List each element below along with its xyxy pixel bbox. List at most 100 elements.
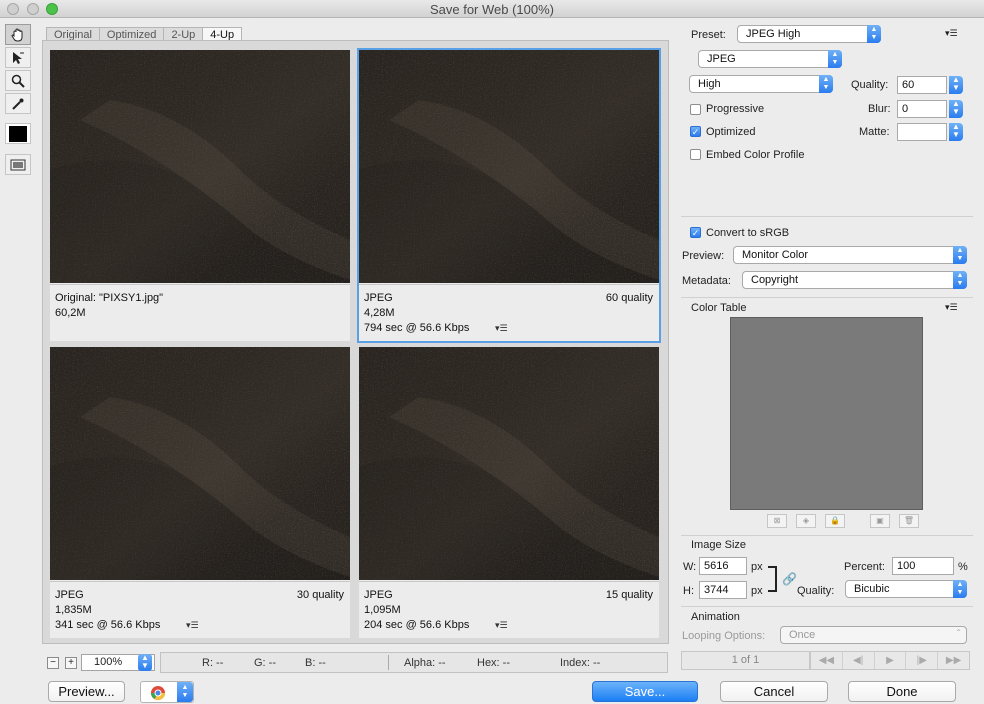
looping-select[interactable]: Once ⌃ xyxy=(780,626,967,644)
blue-value: B: -- xyxy=(305,657,326,669)
preview-image xyxy=(359,50,659,283)
toggle-slices-visibility[interactable] xyxy=(5,154,31,175)
slices-visibility-icon xyxy=(10,159,26,170)
preview-value: Monitor Color xyxy=(742,249,809,261)
preview-pane-original[interactable]: Original: "PIXSY1.jpg" 60,2M xyxy=(50,50,350,341)
slice-select-tool[interactable] xyxy=(5,47,31,68)
download-rate-menu-icon[interactable]: ▾☰ xyxy=(495,323,508,334)
height-field[interactable]: 3744 xyxy=(699,581,747,599)
eyedropper-tool[interactable] xyxy=(5,93,31,114)
matte-dropdown[interactable]: ▲ ▼ xyxy=(949,123,963,141)
red-value: R: -- xyxy=(202,657,224,669)
tool-palette xyxy=(5,24,33,179)
download-rate-menu-icon[interactable]: ▾☰ xyxy=(186,620,199,631)
zoom-level-stepper[interactable]: ▲ ▼ xyxy=(138,654,152,671)
resample-select[interactable]: Bicubic ▲ ▼ xyxy=(845,580,967,598)
eyedropper-color-swatch[interactable] xyxy=(5,123,31,144)
zoom-in-button[interactable]: + xyxy=(65,657,77,669)
format-select[interactable]: JPEG ▲ ▼ xyxy=(698,50,842,68)
cancel-button[interactable]: Cancel xyxy=(720,681,828,702)
compression-select[interactable]: High ▲ ▼ xyxy=(689,75,833,93)
color-table-menu-icon[interactable]: ▾☰ xyxy=(945,302,958,313)
pane-size: 1,095M xyxy=(364,604,401,616)
constrain-bracket xyxy=(768,566,777,592)
chevron-updown-icon: ▲ ▼ xyxy=(828,50,842,68)
quality-label: Quality: xyxy=(851,79,889,91)
animation-heading: Animation xyxy=(691,611,740,623)
pane-download-time: 204 sec @ 56.6 Kbps xyxy=(364,619,470,631)
blur-field[interactable]: 0 xyxy=(897,100,947,118)
pane-info: Original: "PIXSY1.jpg" 60,2M xyxy=(50,284,350,341)
convert-srgb-checkbox[interactable]: ✓ xyxy=(690,227,701,238)
browser-dropdown-arrow[interactable]: ▲ ▼ xyxy=(177,682,193,702)
pane-quality: 15 quality xyxy=(605,589,653,601)
width-field[interactable]: 5616 xyxy=(699,557,747,575)
preview-select[interactable]: Monitor Color ▲ ▼ xyxy=(733,246,967,264)
embed-profile-checkbox[interactable] xyxy=(690,149,701,160)
download-rate-menu-icon[interactable]: ▾☰ xyxy=(495,620,508,631)
lock-color-button[interactable]: 🔒 xyxy=(825,514,845,528)
zoom-tool[interactable] xyxy=(5,70,31,91)
title-bar: Save for Web (100%) xyxy=(0,0,984,18)
slice-select-icon xyxy=(13,51,24,64)
chevron-updown-icon: ⌃ xyxy=(955,628,962,637)
alpha-value: Alpha: -- xyxy=(404,657,446,669)
preset-value: JPEG High xyxy=(746,28,801,40)
web-shift-button[interactable]: ◈ xyxy=(796,514,816,528)
progressive-checkbox[interactable] xyxy=(690,104,701,115)
pane-size: 4,28M xyxy=(364,307,395,319)
blur-stepper[interactable]: ▲ ▼ xyxy=(949,100,963,118)
format-value: JPEG xyxy=(707,53,736,65)
settings-menu-icon[interactable]: ▾☰ xyxy=(945,28,958,39)
hand-tool[interactable] xyxy=(5,24,31,45)
new-color-button[interactable]: ▣ xyxy=(870,514,890,528)
preview-label: Preview: xyxy=(682,250,725,262)
map-transparent-button[interactable]: ⊠ xyxy=(767,514,787,528)
pane-size: 1,835M xyxy=(55,604,92,616)
hex-value: Hex: -- xyxy=(477,657,510,669)
save-button[interactable]: Save... xyxy=(592,681,698,702)
height-unit: px xyxy=(751,585,763,597)
preview-pane-15[interactable]: JPEG 15 quality 1,095M 204 sec @ 56.6 Kb… xyxy=(359,347,659,638)
embed-profile-label: Embed Color Profile xyxy=(706,149,805,161)
window-title: Save for Web (100%) xyxy=(429,2,555,17)
quality-field[interactable]: 60 xyxy=(897,76,947,94)
delete-color-button[interactable]: 🗑 xyxy=(899,514,919,528)
convert-srgb-label: Convert to sRGB xyxy=(706,227,790,239)
preview-button[interactable]: Preview... xyxy=(48,681,125,702)
pane-info: JPEG 60 quality 4,28M 794 sec @ 56.6 Kbp… xyxy=(359,284,659,341)
resample-value: Bicubic xyxy=(854,583,890,595)
next-frame-button[interactable]: |▶ xyxy=(906,652,939,669)
chevron-updown-icon: ▲ ▼ xyxy=(953,246,967,264)
browser-preview-selector[interactable]: ▲ ▼ xyxy=(140,681,194,703)
pane-info: JPEG 30 quality 1,835M 341 sec @ 56.6 Kb… xyxy=(50,581,350,638)
divider xyxy=(681,216,973,217)
green-value: G: -- xyxy=(254,657,276,669)
eyedropper-icon xyxy=(12,98,24,110)
play-button[interactable]: ▶ xyxy=(875,652,907,669)
chevron-updown-icon: ▲ ▼ xyxy=(953,271,967,289)
metadata-select[interactable]: Copyright ▲ ▼ xyxy=(742,271,967,289)
last-frame-button[interactable]: ▶▶ xyxy=(938,652,969,669)
link-icon[interactable]: 🔗 xyxy=(782,572,797,586)
optimized-label: Optimized xyxy=(706,126,756,138)
preset-select[interactable]: JPEG High ▲ ▼ xyxy=(737,25,881,43)
preview-pane-30[interactable]: JPEG 30 quality 1,835M 341 sec @ 56.6 Kb… xyxy=(50,347,350,638)
percent-field[interactable]: 100 xyxy=(892,557,954,575)
optimized-checkbox[interactable]: ✓ xyxy=(690,126,701,137)
pane-download-time: 794 sec @ 56.6 Kbps xyxy=(364,322,470,334)
done-button[interactable]: Done xyxy=(848,681,956,702)
preset-label: Preset: xyxy=(691,29,726,41)
matte-field[interactable] xyxy=(897,123,947,141)
color-swatch xyxy=(9,125,27,142)
pane-format: Original: "PIXSY1.jpg" xyxy=(55,292,164,304)
first-frame-button[interactable]: ◀◀ xyxy=(811,652,843,669)
quality-stepper[interactable]: ▲ ▼ xyxy=(949,76,963,94)
chevron-updown-icon: ▲ ▼ xyxy=(953,580,967,598)
preview-pane-60[interactable]: JPEG 60 quality 4,28M 794 sec @ 56.6 Kbp… xyxy=(357,48,661,343)
preview-image xyxy=(50,347,350,580)
pixel-info-bar: R: -- G: -- B: -- Alpha: -- Hex: -- Inde… xyxy=(160,652,668,673)
previous-frame-button[interactable]: ◀| xyxy=(843,652,875,669)
divider xyxy=(681,297,973,298)
zoom-out-button[interactable]: − xyxy=(47,657,59,669)
